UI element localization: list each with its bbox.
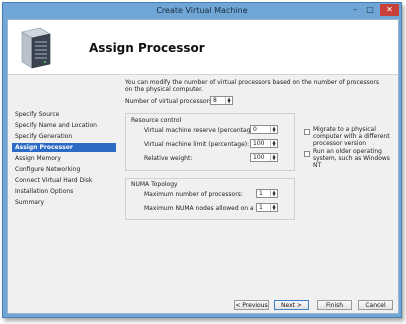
previous-button[interactable]: < Previous [234,300,269,310]
finish-button[interactable]: Finish [317,300,352,310]
server-icon [21,27,51,69]
spinner-arrows-icon[interactable]: ▲ ▼ [270,190,277,197]
nav-item-assign-processor[interactable]: Assign Processor [12,143,116,152]
spinner-arrows-icon[interactable]: ▲ ▼ [225,97,232,104]
maximize-button[interactable]: □ [363,4,377,16]
close-button[interactable]: ✕ [380,4,399,16]
weight-label: Relative weight: [144,155,193,162]
nav-item-specify-name[interactable]: Specify Name and Location [12,121,116,130]
max-processors-spinner[interactable]: 1 ▲ ▼ [256,189,278,198]
nav-item-configure-networking[interactable]: Configure Networking [12,165,116,174]
older-os-label[interactable]: Run an older operating system, such as W… [313,148,395,169]
wizard-header: Assign Processor [8,20,398,75]
num-processors-label: Number of virtual processors: [125,98,215,105]
next-button[interactable]: Next > [274,300,309,310]
title-bar[interactable]: Create Virtual Machine – □ ✕ [3,3,401,19]
numa-topology-group: NUMA Topology Maximum number of processo… [125,178,295,220]
migrate-checkbox[interactable] [304,129,310,135]
weight-value: 100 [253,154,265,161]
nav-item-specify-source[interactable]: Specify Source [12,110,116,119]
limit-spinner[interactable]: 100 ▲ ▼ [250,139,278,148]
limit-label: Virtual machine limit (percentage): [144,141,250,148]
num-processors-spinner[interactable]: 8 ▲ ▼ [210,96,233,105]
reserve-spinner[interactable]: 0 ▲ ▼ [250,125,278,134]
window-frame: Create Virtual Machine – □ ✕ Assign Proc… [2,2,402,318]
minimize-button[interactable]: – [348,4,362,16]
spinner-arrows-icon[interactable]: ▲ ▼ [270,204,277,211]
max-nodes-spinner[interactable]: 1 ▲ ▼ [256,203,278,212]
wizard-steps: Specify Source Specify Name and Location… [8,75,120,313]
max-nodes-value: 1 [259,204,263,211]
num-processors-value: 8 [213,97,217,104]
nav-item-assign-memory[interactable]: Assign Memory [12,154,116,163]
migrate-label[interactable]: Migrate to a physical computer with a di… [313,126,395,147]
wizard-body: Assign Processor Specify Source Specify … [7,19,399,314]
reserve-label: Virtual machine reserve (percentage): [144,127,259,134]
cancel-button[interactable]: Cancel [358,300,393,310]
older-os-checkbox[interactable] [304,151,310,157]
numa-heading: NUMA Topology [131,181,178,188]
weight-spinner[interactable]: 100 ▲ ▼ [250,153,278,162]
max-processors-label: Maximum number of processors: [144,191,243,198]
nav-item-installation-options[interactable]: Installation Options [12,187,116,196]
max-processors-value: 1 [259,190,263,197]
nav-item-specify-generation[interactable]: Specify Generation [12,132,116,141]
page-title: Assign Processor [89,41,205,55]
spinner-arrows-icon[interactable]: ▲ ▼ [270,154,277,161]
wizard-footer: < Previous Next > Finish Cancel [8,295,398,313]
intro-text: You can modify the number of virtual pro… [125,79,379,93]
resource-control-group: Resource control Virtual machine reserve… [125,113,295,171]
window-title: Create Virtual Machine [156,6,248,15]
nav-item-summary[interactable]: Summary [12,198,116,207]
nav-item-connect-vhd[interactable]: Connect Virtual Hard Disk [12,176,116,185]
reserve-value: 0 [253,126,257,133]
spinner-arrows-icon[interactable]: ▲ ▼ [270,126,277,133]
resource-control-heading: Resource control [131,117,182,124]
limit-value: 100 [253,140,265,147]
spinner-arrows-icon[interactable]: ▲ ▼ [270,140,277,147]
